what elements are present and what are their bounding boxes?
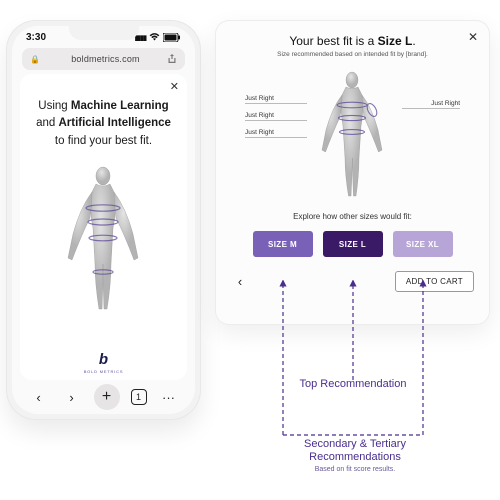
back-button[interactable]: ‹ [28,386,50,408]
headline-part: and [36,117,58,129]
size-l-button[interactable]: SIZE L [323,231,383,257]
fit-label-arm: Just Right [431,100,460,107]
annotation-top-reco: Top Recommendation [287,378,419,391]
fit-indicator-line [245,137,307,138]
logo-mark: b [99,351,108,368]
fit-indicator-line [402,108,460,109]
fit-label-shoulder: Just Right [245,95,274,102]
size-m-button[interactable]: SIZE M [253,231,313,257]
size-xl-button[interactable]: SIZE XL [393,231,453,257]
annotation-label: Secondary & Tertiary Recommendations [270,438,440,464]
annotation-label: Top Recommendation [287,378,419,391]
mannequin-image [56,164,151,314]
modal-title: Your best fit is a Size L. [231,34,474,48]
headline: Using Machine Learning and Artificial In… [32,98,175,150]
fit-indicator-line [245,103,307,104]
modal-footer: ‹ ADD TO CART [231,271,474,292]
tabs-button[interactable]: 1 [131,389,147,405]
address-bar[interactable]: 🔒 boldmetrics.com [22,48,185,70]
size-recommendation-modal: ✕ Your best fit is a Size L. Size recomm… [215,20,490,325]
browser-toolbar: ‹ › + 1 ··· [12,380,195,414]
phone-screen: 3:30 🔒 boldmetrics.com ✕ Using Machine L [12,26,195,414]
fit-indicator-line [245,120,307,121]
wifi-icon [149,33,160,41]
phone-notch [69,26,139,40]
battery-icon [163,33,181,42]
new-tab-button[interactable]: + [94,384,120,410]
title-part: . [412,34,415,48]
status-indicators [135,32,181,43]
logo-text: BOLD METRICS [84,369,124,374]
more-button[interactable]: ··· [158,386,180,408]
forward-button[interactable]: › [61,386,83,408]
size-options: SIZE M SIZE L SIZE XL [231,231,474,257]
fit-visual: Just Right Just Right Just Right Just Ri… [231,66,474,206]
close-icon[interactable]: ✕ [170,80,179,93]
phone-mockup: 3:30 🔒 boldmetrics.com ✕ Using Machine L [6,20,201,420]
fit-label-chest: Just Right [245,112,274,119]
share-icon[interactable] [167,54,177,64]
url-text: boldmetrics.com [44,54,167,64]
lock-icon: 🔒 [30,55,40,64]
status-time: 3:30 [26,32,46,43]
title-bold: Size L [378,34,413,48]
fit-label-waist: Just Right [245,129,274,136]
modal-subtitle: Size recommended based on intended fit b… [231,51,474,58]
mannequin-image [310,70,395,200]
phone-content-card: ✕ Using Machine Learning and Artificial … [20,74,187,380]
title-part: Your best fit is a [289,34,377,48]
headline-part: Using [38,100,71,112]
annotation-secondary: Secondary & Tertiary Recommendations Bas… [270,438,440,475]
annotation-sublabel: Based on fit score results. [270,466,440,474]
brand-logo: b BOLD METRICS [84,351,124,374]
headline-part: to find your best fit. [55,135,152,147]
headline-bold: Artificial Intelligence [58,117,170,129]
explore-text: Explore how other sizes would fit: [231,212,474,221]
headline-bold: Machine Learning [71,100,169,112]
close-icon[interactable]: ✕ [468,30,478,44]
back-button[interactable]: ‹ [231,274,249,289]
add-to-cart-button[interactable]: ADD TO CART [395,271,474,292]
